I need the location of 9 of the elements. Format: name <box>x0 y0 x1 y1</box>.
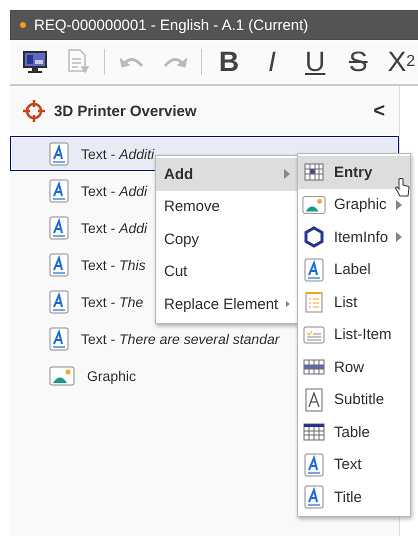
tree-item-label: Graphic <box>87 368 136 384</box>
window-title: REQ-000000001 - English - A.1 (Current) <box>34 16 308 34</box>
tree-item-label: Text - The <box>81 294 144 310</box>
tree-item-label: Text - Addi <box>81 220 148 236</box>
tree-item-label: Text - This <box>81 256 146 272</box>
tree-item-label: Text - There are several standar <box>81 330 280 346</box>
tree-item-label: Text - Additi <box>81 146 154 162</box>
panel-title: 3D Printer Overview <box>54 102 198 120</box>
tree-item-label: Text - Addi <box>81 182 148 198</box>
